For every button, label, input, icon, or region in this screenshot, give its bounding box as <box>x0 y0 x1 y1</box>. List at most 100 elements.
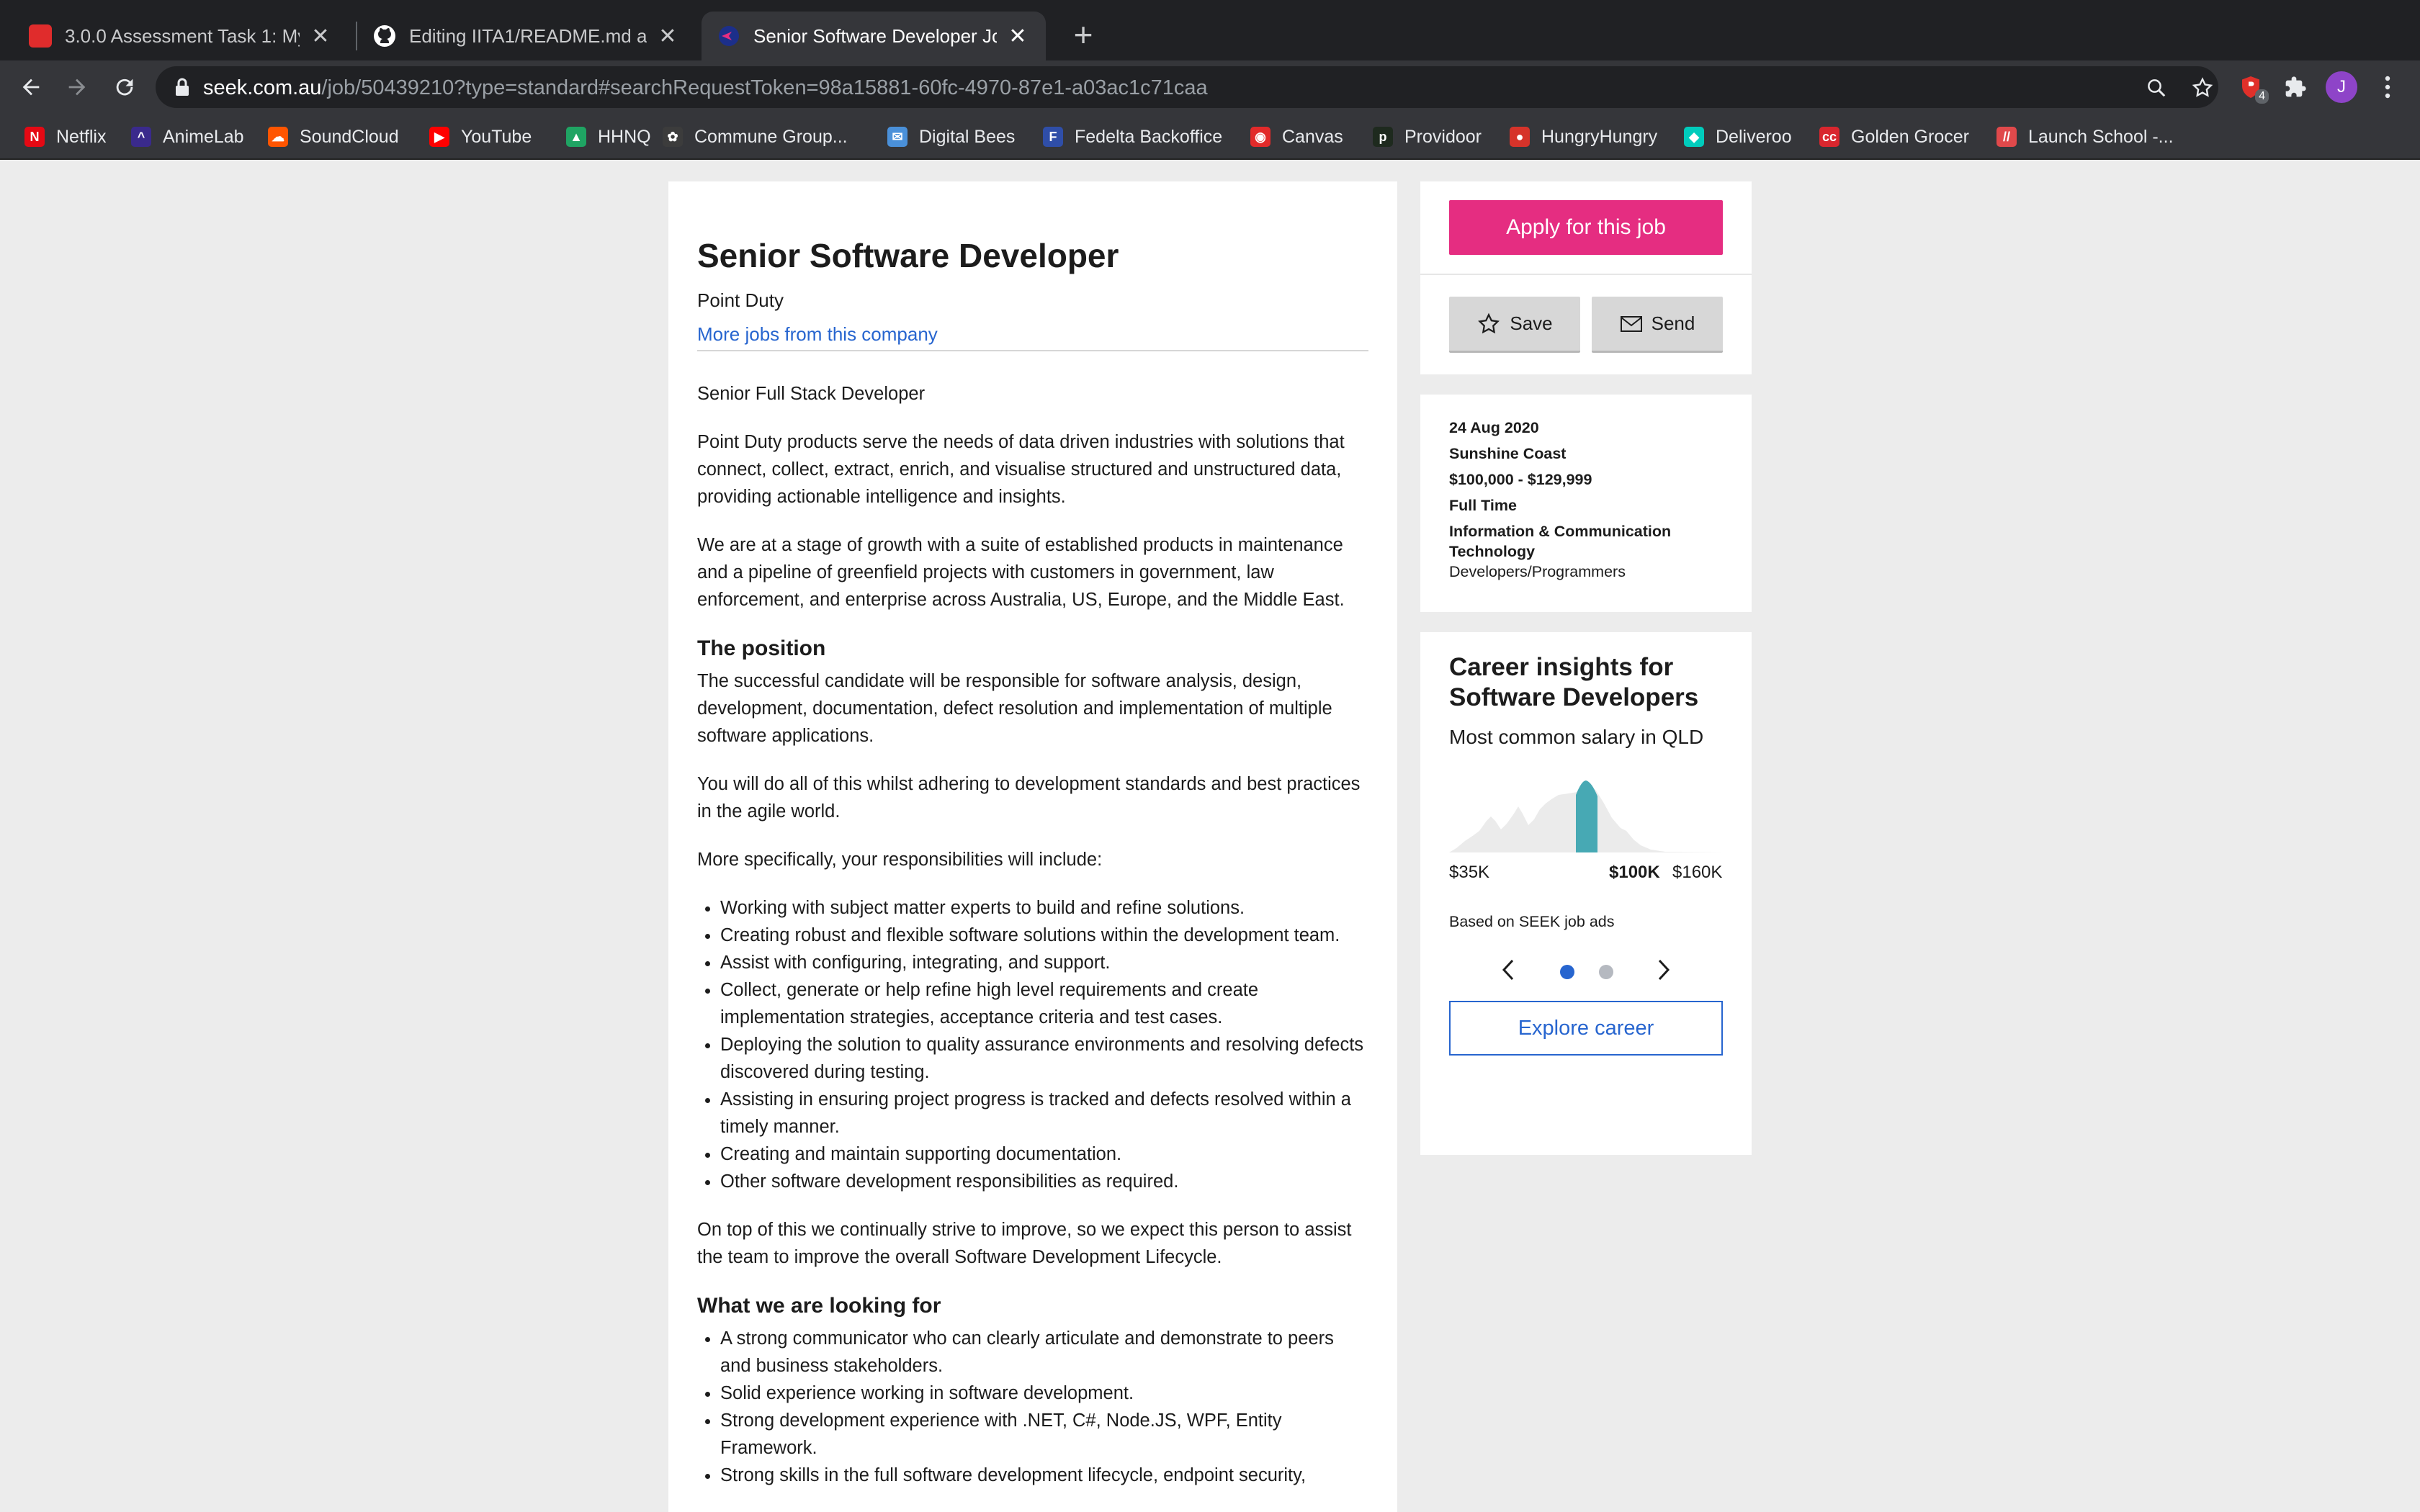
close-icon[interactable]: ✕ <box>655 24 680 49</box>
bookmark-hhnq[interactable]: ▲ HHNQ <box>566 124 651 150</box>
bookmark-label: Providoor <box>1404 126 1482 147</box>
bookmark-animelab[interactable]: ^ AnimeLab <box>131 124 244 150</box>
tab-assessment[interactable]: 3.0.0 Assessment Task 1: My P ✕ <box>13 12 349 60</box>
list-item: Collect, generate or help refine high le… <box>720 976 1368 1031</box>
hungryhungry-icon: ● <box>1510 127 1530 147</box>
bookmark-netflix[interactable]: N Netflix <box>24 124 106 150</box>
zoom-search-icon[interactable] <box>2142 73 2171 102</box>
intro-heading: Senior Full Stack Developer <box>697 384 926 404</box>
bookmark-launch-school[interactable]: // Launch School -... <box>1996 124 2174 150</box>
bookmark-label: Netflix <box>56 126 107 147</box>
bookmark-deliveroo[interactable]: ◆ Deliveroo <box>1684 124 1792 150</box>
save-label: Save <box>1510 312 1553 334</box>
close-icon[interactable]: ✕ <box>308 24 333 49</box>
reload-icon[interactable] <box>107 69 143 105</box>
tab-title: Senior Software Developer Job <box>753 24 997 47</box>
chevron-right-icon[interactable] <box>1655 958 1672 986</box>
bookmark-commune-group[interactable]: ✿ Commune Group... <box>663 124 848 150</box>
salary-range: $100,000 - $129,999 <box>1449 471 1592 488</box>
list-item: Creating and maintain supporting documen… <box>720 1140 1368 1168</box>
growth-paragraph: We are at a stage of growth with a suite… <box>697 535 1345 610</box>
job-meta-card: 24 Aug 2020 Sunshine Coast $100,000 - $1… <box>1420 395 1752 612</box>
job-classification: Information & Communication Technology <box>1449 523 1672 560</box>
bookmark-digital-bees[interactable]: ✉ Digital Bees <box>887 124 1015 150</box>
forward-icon[interactable] <box>59 69 95 105</box>
address-bar[interactable]: seek.com.au/job/50439210?type=standard#s… <box>156 66 2218 108</box>
puzzle-extensions-icon[interactable] <box>2277 69 2313 105</box>
improve-paragraph: On top of this we continually strive to … <box>697 1220 1352 1267</box>
bookmark-label: YouTube <box>461 126 532 147</box>
list-item: A strong communicator who can clearly ar… <box>720 1325 1368 1380</box>
list-item: Creating robust and flexible software so… <box>720 922 1368 949</box>
looking-for-heading: What we are looking for <box>697 1294 941 1318</box>
bookmark-label: Fedelta Backoffice <box>1075 126 1223 147</box>
bookmark-label: Deliveroo <box>1716 126 1792 147</box>
salary-highlight-label: $100K <box>1609 863 1660 882</box>
agile-paragraph: You will do all of this whilst adhering … <box>697 774 1361 822</box>
explore-career-button[interactable]: Explore career <box>1449 1001 1723 1056</box>
launch-school-icon: // <box>1996 127 2017 147</box>
new-tab-button[interactable]: + <box>1063 16 1103 56</box>
list-item: Working with subject matter experts to b… <box>720 894 1368 922</box>
golden-grocer-icon: cc <box>1819 127 1839 147</box>
url-path: /job/50439210?type=standard#searchReques… <box>321 76 1208 99</box>
send-button[interactable]: Send <box>1592 297 1723 353</box>
salary-min-label: $35K <box>1449 863 1490 882</box>
list-item: Assist with configuring, integrating, an… <box>720 949 1368 976</box>
providoor-icon: p <box>1373 127 1393 147</box>
tab-seek-active[interactable]: Senior Software Developer Job ✕ <box>702 12 1046 60</box>
github-icon <box>373 24 396 48</box>
save-button[interactable]: Save <box>1449 297 1580 353</box>
divider <box>697 350 1368 351</box>
bookmark-soundcloud[interactable]: ☁ SoundCloud <box>268 124 399 150</box>
bookmark-hungryhungry[interactable]: ● HungryHungry <box>1510 124 1657 150</box>
bookmark-providoor[interactable]: p Providoor <box>1373 124 1482 150</box>
more-jobs-link[interactable]: More jobs from this company <box>697 323 938 346</box>
bookmark-label: Digital Bees <box>919 126 1016 147</box>
netflix-icon: N <box>24 127 45 147</box>
back-icon[interactable] <box>13 69 49 105</box>
job-description-card: Senior Software Developer Point Duty Mor… <box>668 181 1397 1512</box>
apply-button[interactable]: Apply for this job <box>1449 200 1723 255</box>
insights-title: Career insights for Software Developers <box>1449 653 1699 711</box>
based-on-note: Based on SEEK job ads <box>1449 913 1615 930</box>
bookmark-golden-grocer[interactable]: cc Golden Grocer <box>1819 124 1969 150</box>
close-icon[interactable]: ✕ <box>1005 24 1030 49</box>
insights-carousel <box>1420 949 1752 992</box>
tab-title: Editing IITA1/README.md at m <box>409 24 647 47</box>
divider <box>1420 274 1752 275</box>
bookmark-label: SoundCloud <box>300 126 399 147</box>
list-item: Solid experience working in software dev… <box>720 1380 1368 1407</box>
job-sub-classification: Developers/Programmers <box>1449 563 1626 580</box>
menu-kebab-icon[interactable] <box>2370 69 2406 105</box>
position-paragraph: The successful candidate will be respons… <box>697 671 1332 746</box>
list-item: Deploying the solution to quality assura… <box>720 1031 1368 1086</box>
carousel-dot-1[interactable] <box>1560 965 1574 979</box>
google-drive-icon: ▲ <box>566 127 586 147</box>
apply-card: Apply for this job Save Send <box>1420 181 1752 374</box>
bookmark-star-icon[interactable] <box>2188 73 2217 102</box>
chevron-left-icon[interactable] <box>1500 958 1517 986</box>
bookmark-youtube[interactable]: ▶ YouTube <box>429 124 532 150</box>
red-square-icon <box>29 24 52 48</box>
avatar: J <box>2326 71 2357 103</box>
salary-highlight-bar <box>1576 780 1597 852</box>
job-page: Senior Software Developer Point Duty Mor… <box>0 160 2420 1512</box>
youtube-icon: ▶ <box>429 127 449 147</box>
mail-icon: ✉ <box>887 127 908 147</box>
work-type: Full Time <box>1449 497 1517 514</box>
bookmark-canvas[interactable]: ◉ Canvas <box>1250 124 1343 150</box>
carousel-dot-2[interactable] <box>1599 965 1613 979</box>
extension-adblock-icon[interactable]: 4 <box>2233 69 2269 105</box>
fedelta-icon: F <box>1043 127 1063 147</box>
bookmark-label: Commune Group... <box>694 126 848 147</box>
list-item: Strong development experience with .NET,… <box>720 1407 1368 1462</box>
bookmark-label: HungryHungry <box>1541 126 1658 147</box>
tab-strip: 3.0.0 Assessment Task 1: My P ✕ Editing … <box>0 0 2420 60</box>
company-paragraph: Point Duty products serve the needs of d… <box>697 432 1345 507</box>
responsibilities-list: Working with subject matter experts to b… <box>720 894 1368 1195</box>
canvas-icon: ◉ <box>1250 127 1270 147</box>
bookmark-fedelta-backoffice[interactable]: F Fedelta Backoffice <box>1043 124 1222 150</box>
tab-github[interactable]: Editing IITA1/README.md at m ✕ <box>357 12 696 60</box>
profile-avatar[interactable]: J <box>2323 69 2360 105</box>
